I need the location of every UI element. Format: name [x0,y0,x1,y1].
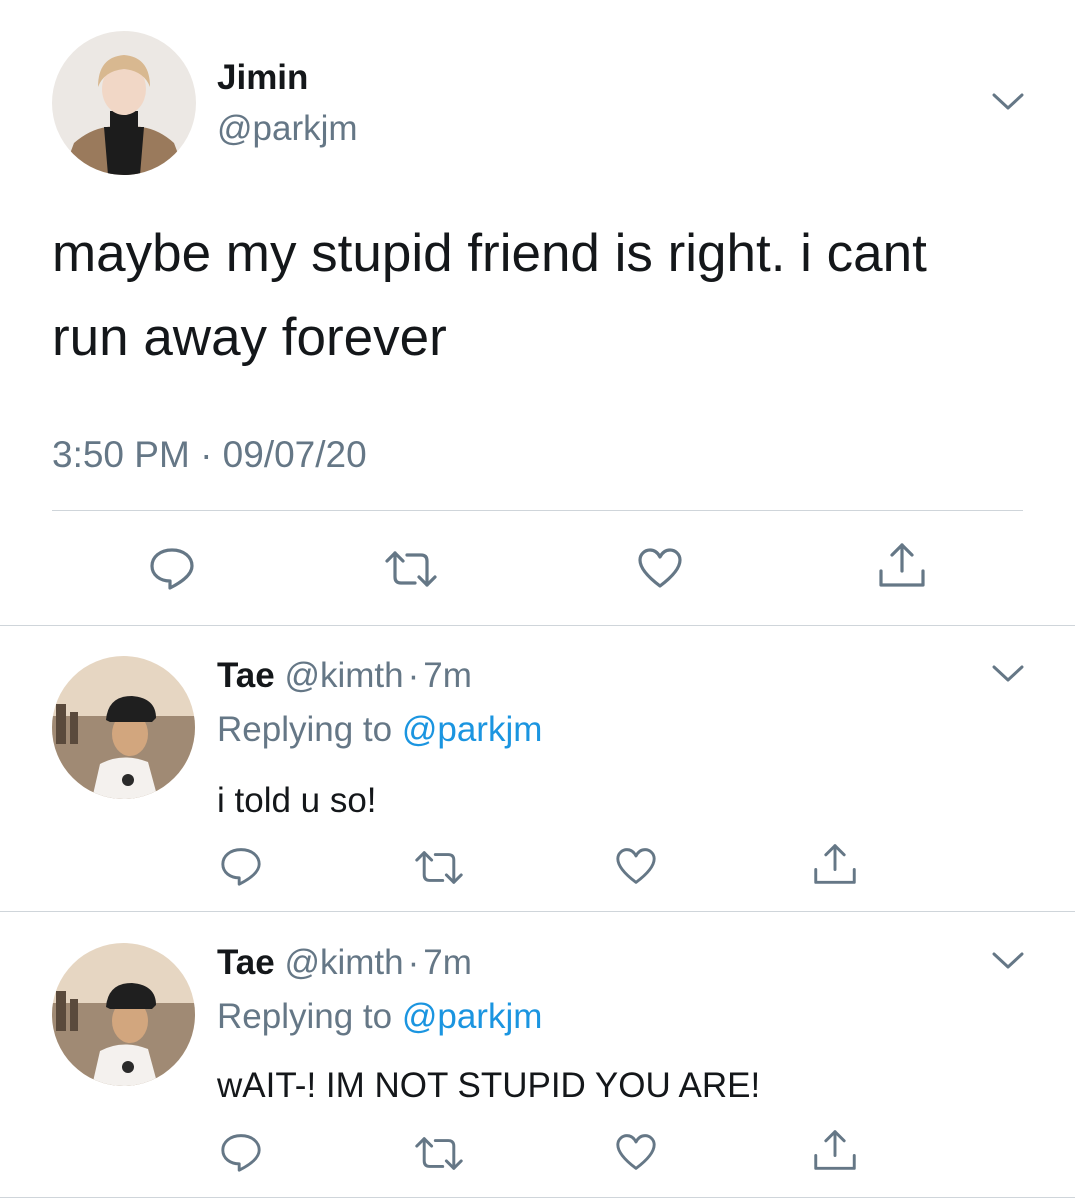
avatar-jimin[interactable] [52,31,196,175]
separator: · [407,943,420,982]
share-icon[interactable] [877,541,927,589]
display-name[interactable]: Jimin [217,58,308,98]
replying-to: Replying to @parkjm [217,710,542,750]
retweet-icon[interactable] [413,1135,465,1172]
tweet-age[interactable]: 7m [423,656,472,695]
like-icon[interactable] [636,546,684,590]
reply-header: Tae @kimth · 7m [217,656,472,696]
retweet-icon[interactable] [413,849,465,886]
avatar-tae[interactable] [52,656,195,799]
handle[interactable]: @kimth [284,656,403,695]
replying-to-handle[interactable]: @parkjm [402,710,543,749]
replying-to-handle[interactable]: @parkjm [402,997,543,1036]
divider [52,510,1023,511]
separator: · [407,656,420,695]
display-name[interactable]: Tae [217,943,275,982]
tweet-text-line-2: run away forever [52,308,447,367]
chevron-down-icon[interactable] [991,663,1025,685]
reply-icon[interactable] [219,846,263,886]
divider [0,911,1075,912]
chevron-down-icon[interactable] [991,91,1025,113]
display-name[interactable]: Tae [217,656,275,695]
handle[interactable]: @kimth [284,943,403,982]
reply-icon[interactable] [148,546,196,590]
tweet-age[interactable]: 7m [423,943,472,982]
like-icon[interactable] [614,846,658,886]
chevron-down-icon[interactable] [991,950,1025,972]
divider [0,625,1075,626]
retweet-icon[interactable] [383,549,439,589]
reply-icon[interactable] [219,1132,263,1172]
reply-text: wAIT-! IM NOT STUPID YOU ARE! [217,1066,761,1105]
replying-prefix: Replying to [217,710,393,749]
avatar-tae[interactable] [52,943,195,1086]
handle[interactable]: @parkjm [217,109,358,149]
share-icon[interactable] [812,1128,858,1172]
timestamp[interactable]: 3:50 PM · 09/07/20 [52,434,367,476]
replying-prefix: Replying to [217,997,393,1036]
like-icon[interactable] [614,1132,658,1172]
reply-text: i told u so! [217,781,377,820]
replying-to: Replying to @parkjm [217,997,542,1037]
tweet-text-line-1: maybe my stupid friend is right. i cant [52,224,927,283]
share-icon[interactable] [812,842,858,886]
reply-header: Tae @kimth · 7m [217,943,472,983]
divider [0,1197,1075,1198]
